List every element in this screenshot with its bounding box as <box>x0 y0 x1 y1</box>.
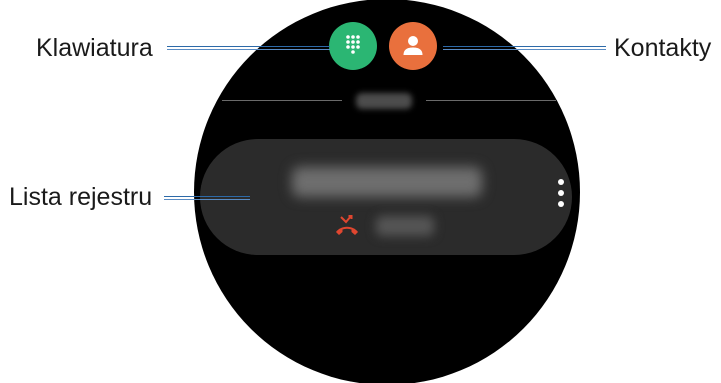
call-time <box>376 216 434 236</box>
keypad-button[interactable] <box>329 22 377 70</box>
missed-call-icon <box>336 215 358 235</box>
date-header <box>356 93 412 109</box>
more-vertical-icon[interactable] <box>556 179 566 215</box>
contact-name <box>292 167 482 197</box>
call-log-leader-line <box>164 196 250 200</box>
contacts-callout: Kontakty <box>614 34 712 62</box>
call-log-callout: Lista rejestru <box>9 183 153 211</box>
contacts-leader-line <box>443 46 606 50</box>
screenshot-stage: Klawiatura Kontakty Lista rejestru <box>0 0 721 383</box>
person-icon <box>403 36 423 55</box>
call-log-entry[interactable] <box>200 139 572 255</box>
keypad-leader-line <box>167 46 330 50</box>
watch-screen <box>194 0 580 383</box>
keypad-callout: Klawiatura <box>36 34 153 62</box>
divider-left <box>222 100 342 101</box>
divider-right <box>426 100 556 101</box>
dialpad-icon <box>346 35 360 54</box>
contacts-button[interactable] <box>389 22 437 70</box>
